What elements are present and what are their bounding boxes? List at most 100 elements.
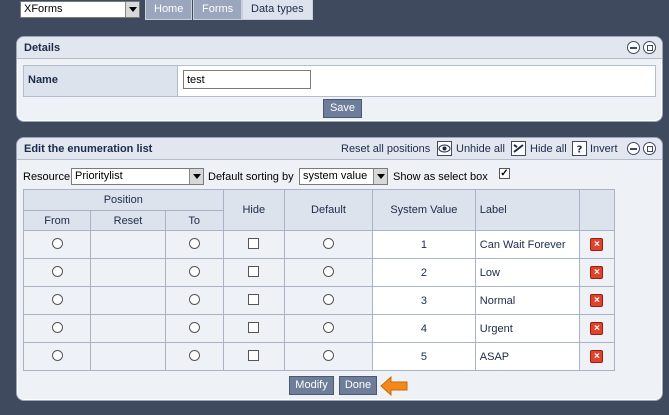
show-as-select-label: Show as select box (393, 171, 488, 183)
reset-cell (90, 230, 166, 259)
details-panel: Details Name Save (16, 36, 663, 122)
reset-header: Reset (90, 210, 166, 231)
reset-cell (90, 286, 166, 315)
from-radio-cell (22, 258, 92, 287)
hide-checkbox-cell (222, 258, 285, 287)
delete-cell: × (578, 342, 616, 371)
chevron-down-icon[interactable] (125, 2, 139, 17)
hide-checkbox[interactable] (248, 265, 260, 277)
from-radio-cell (22, 314, 92, 343)
invert-link[interactable]: Invert (590, 138, 618, 160)
from-radio[interactable] (51, 293, 63, 305)
delete-icon[interactable]: × (590, 266, 604, 279)
tab-data-types-label: Data types (251, 3, 304, 15)
save-button[interactable]: Save (323, 99, 362, 118)
label-cell: ASAP (474, 342, 580, 371)
delete-cell: × (578, 258, 616, 287)
delete-icon[interactable]: × (590, 238, 604, 251)
tab-forms[interactable]: Forms (193, 0, 243, 20)
delete-icon[interactable]: × (590, 350, 604, 363)
resource-select[interactable]: Prioritylist (71, 168, 204, 185)
from-radio-cell (22, 342, 92, 371)
hide-icon[interactable] (511, 141, 526, 156)
name-row: Name (23, 65, 656, 97)
tab-data-types[interactable]: Data types (242, 0, 313, 20)
to-radio[interactable] (188, 293, 200, 305)
name-field[interactable] (183, 70, 311, 89)
to-radio-cell (164, 286, 224, 315)
reset-all-positions-link[interactable]: Reset all positions (341, 138, 430, 160)
tab-forms-label: Forms (202, 3, 234, 15)
to-radio[interactable] (188, 265, 200, 277)
position-header: Position (23, 189, 224, 211)
done-button-label: Done (344, 379, 372, 391)
table-row: 4 Urgent × (22, 314, 616, 343)
from-radio[interactable] (51, 321, 63, 333)
chevron-down-icon[interactable] (373, 169, 387, 184)
label-header: Label (474, 189, 580, 231)
hide-checkbox-cell (222, 286, 285, 315)
label-cell: Urgent (474, 314, 580, 343)
form-type-select-value: XForms (24, 3, 63, 15)
table-row: 1 Can Wait Forever × (22, 230, 616, 259)
delete-cell: × (578, 286, 616, 315)
hide-checkbox[interactable] (248, 293, 260, 305)
resource-select-value: Prioritylist (75, 170, 123, 182)
collapse-icon[interactable] (627, 142, 640, 155)
hide-all-link[interactable]: Hide all (530, 138, 567, 160)
modify-button[interactable]: Modify (289, 376, 334, 395)
to-radio[interactable] (188, 321, 200, 333)
default-sorting-select[interactable]: system value (299, 168, 388, 185)
default-radio-cell (283, 258, 373, 287)
to-radio-cell (164, 230, 224, 259)
save-button-label: Save (329, 102, 356, 114)
delete-cell: × (578, 230, 616, 259)
default-radio[interactable] (322, 265, 334, 277)
default-radio[interactable] (322, 293, 334, 305)
maximize-icon[interactable] (643, 142, 656, 155)
reset-cell (90, 258, 166, 287)
default-radio[interactable] (322, 321, 334, 333)
table-row: 3 Normal × (22, 286, 616, 315)
form-type-select[interactable]: XForms (20, 1, 140, 18)
tab-home[interactable]: Home (145, 0, 193, 20)
chevron-down-icon[interactable] (189, 169, 203, 184)
to-radio-cell (164, 314, 224, 343)
hide-checkbox-cell (222, 314, 285, 343)
maximize-icon[interactable] (643, 41, 656, 54)
resource-label: Resource (23, 171, 71, 183)
invert-icon[interactable]: ? (572, 141, 587, 156)
enumeration-panel-header: Edit the enumeration list Reset all posi… (17, 138, 662, 160)
reset-cell (90, 342, 166, 371)
enumeration-table: Position Hide Default System Value Label… (22, 189, 616, 371)
default-sorting-select-value: system value (303, 170, 368, 182)
details-title: Details (24, 42, 61, 54)
to-radio[interactable] (188, 349, 200, 361)
eye-icon[interactable] (437, 141, 452, 156)
hide-checkbox[interactable] (248, 321, 260, 333)
delete-icon[interactable]: × (590, 322, 604, 335)
delete-header (578, 189, 616, 231)
reset-cell (90, 314, 166, 343)
system-value-header: System Value (371, 189, 476, 231)
table-row: 2 Low × (22, 258, 616, 287)
arrow-pointer-icon (379, 375, 409, 397)
show-as-select-checkbox[interactable]: ✓ (499, 168, 510, 179)
delete-icon[interactable]: × (590, 294, 604, 307)
default-radio[interactable] (322, 349, 334, 361)
default-radio-cell (283, 314, 373, 343)
system-value-cell: 1 (371, 230, 476, 259)
unhide-all-link[interactable]: Unhide all (456, 138, 505, 160)
from-radio[interactable] (51, 237, 63, 249)
collapse-icon[interactable] (627, 41, 640, 54)
hide-header: Hide (222, 189, 285, 231)
to-radio[interactable] (188, 237, 200, 249)
system-value-cell: 4 (371, 314, 476, 343)
default-radio[interactable] (322, 237, 334, 249)
hide-checkbox[interactable] (248, 237, 260, 249)
from-radio[interactable] (51, 265, 63, 277)
hide-checkbox[interactable] (248, 349, 260, 361)
done-button[interactable]: Done (339, 376, 377, 395)
from-radio[interactable] (51, 349, 63, 361)
default-radio-cell (283, 342, 373, 371)
